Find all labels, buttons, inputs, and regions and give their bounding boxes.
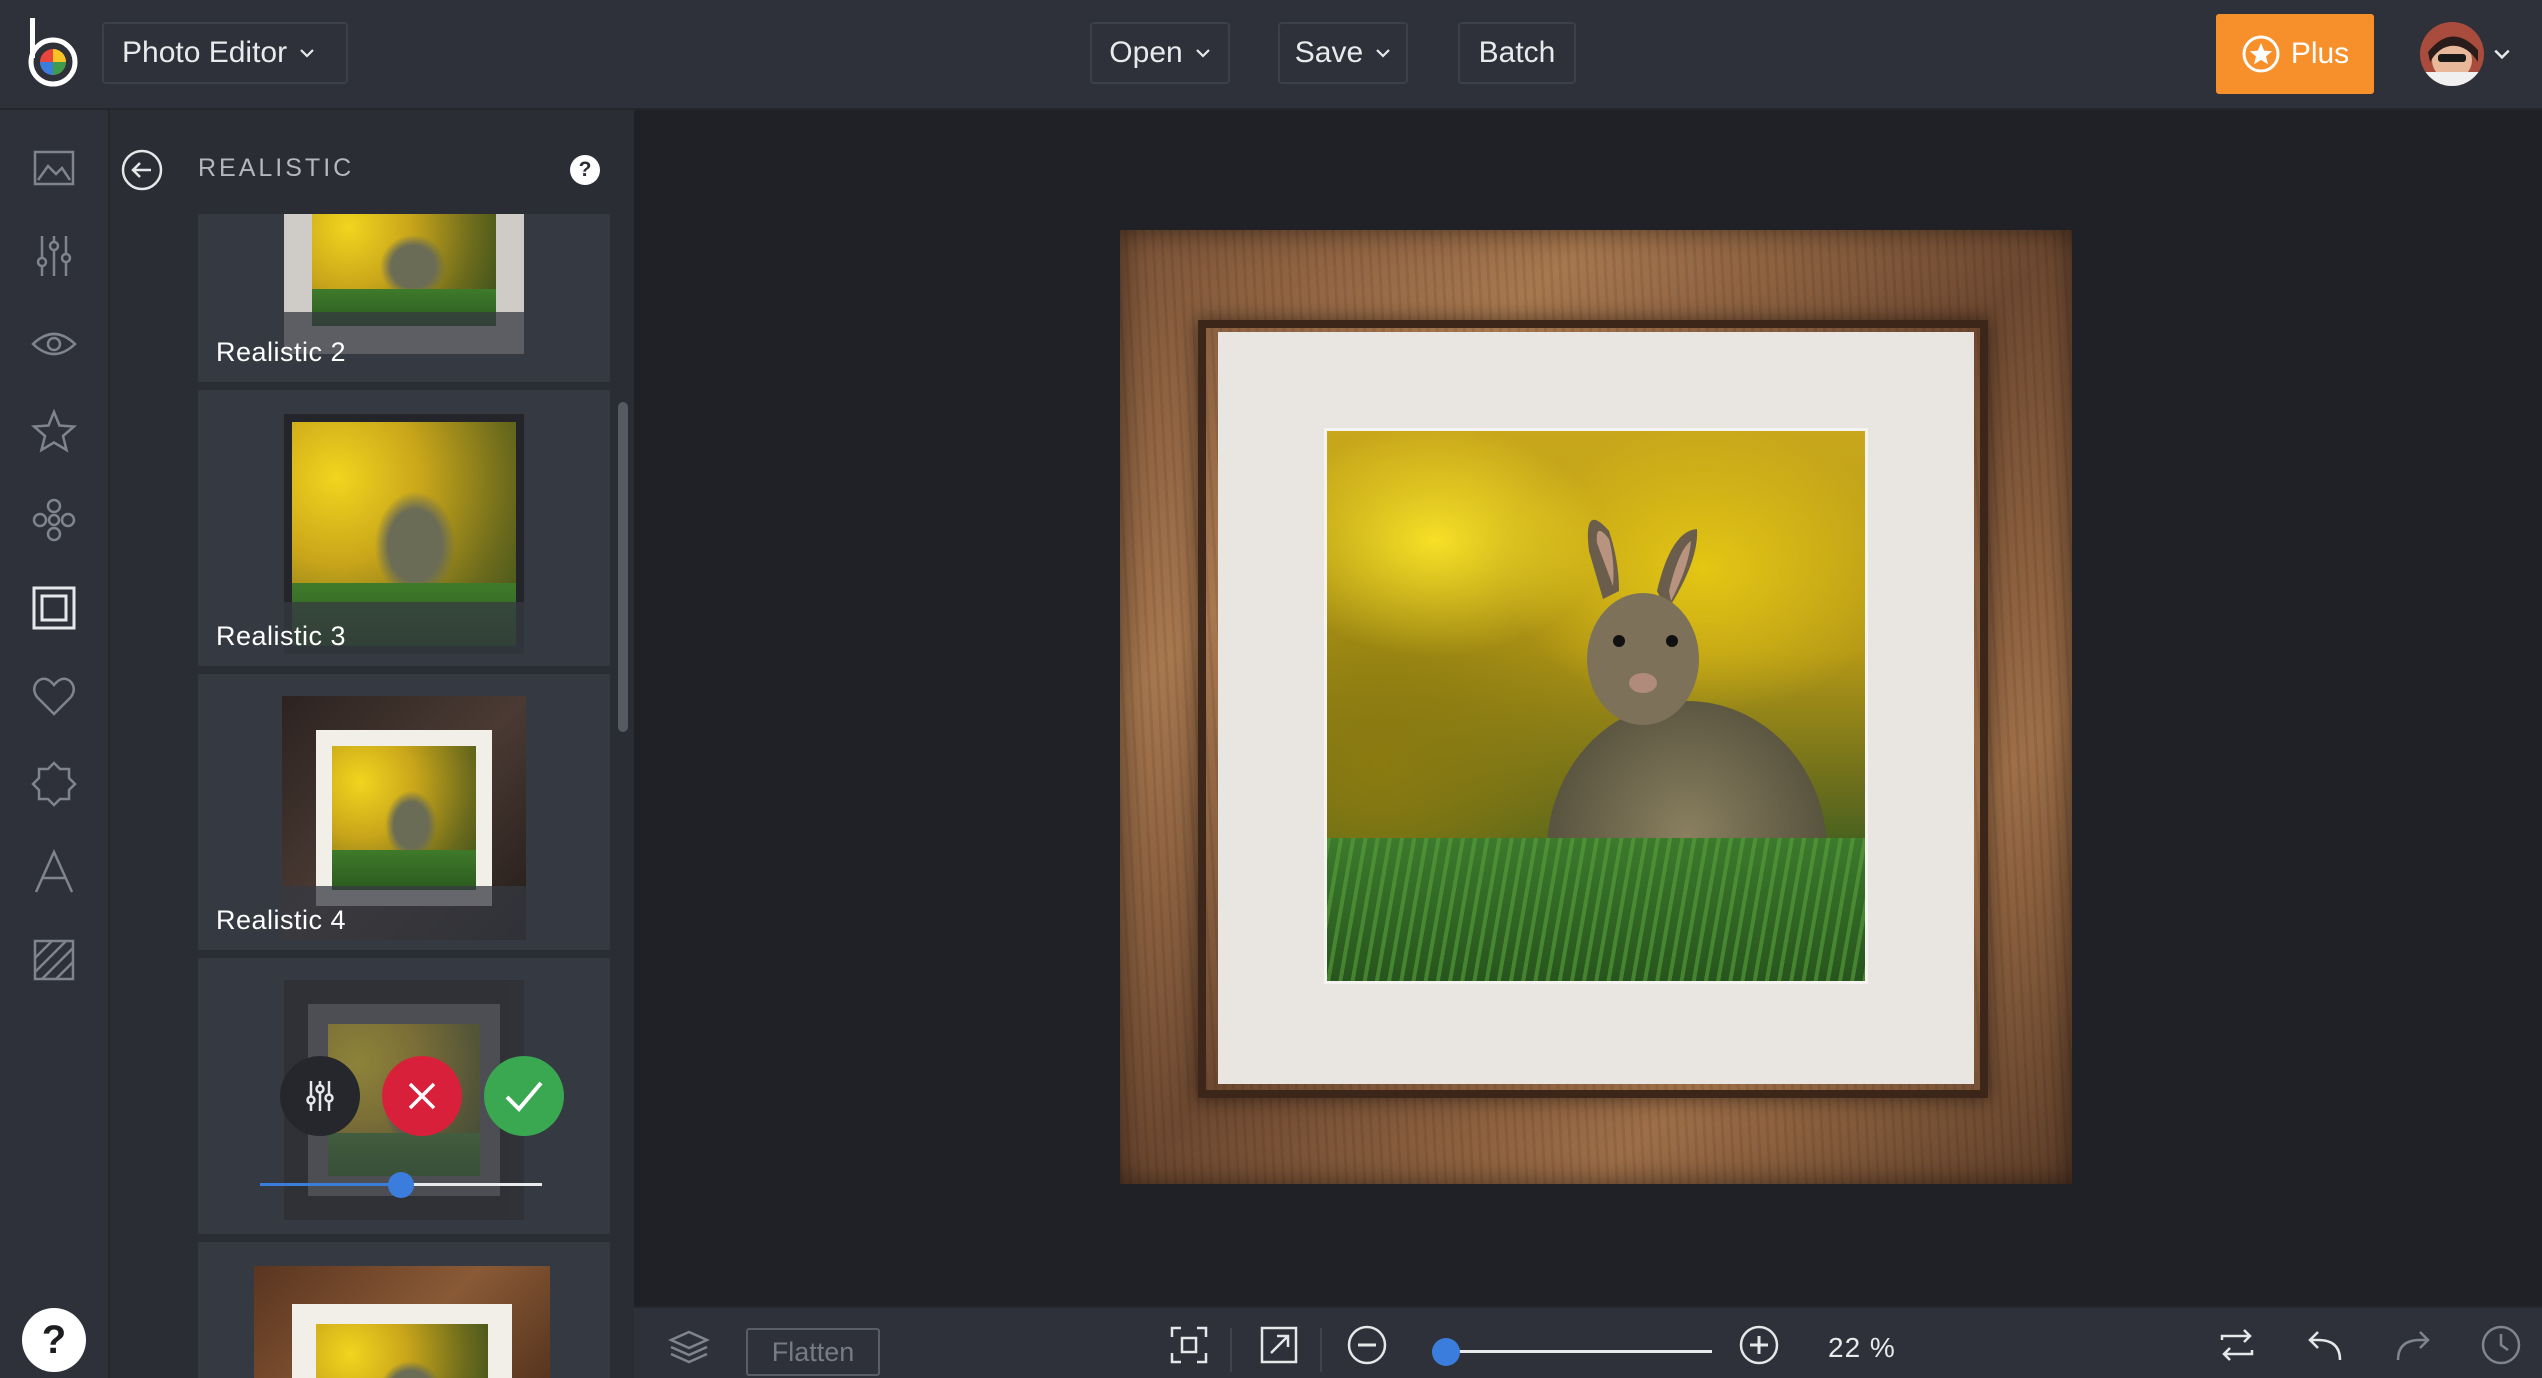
texture-icon[interactable]: [30, 936, 78, 984]
frame-option-realistic-4[interactable]: Realistic 4: [198, 674, 610, 950]
save-label: Save: [1294, 36, 1364, 69]
heart-icon[interactable]: [30, 672, 78, 720]
panel-help-icon[interactable]: ?: [570, 155, 600, 185]
slider-handle[interactable]: [388, 1172, 414, 1198]
photo-editor-label: Photo Editor: [122, 36, 288, 69]
user-avatar[interactable]: [2420, 22, 2484, 86]
frame-option-realistic-2[interactable]: Realistic 2: [198, 214, 610, 382]
frames-panel: REALISTIC ? Realistic 2 Realistic 3 Real…: [110, 110, 634, 1378]
swap-compare-icon[interactable]: [2216, 1324, 2258, 1366]
batch-button[interactable]: Batch: [1458, 22, 1576, 84]
open-label: Open: [1109, 36, 1183, 69]
sliders-icon: [306, 1081, 334, 1111]
photo-editor-menu-button[interactable]: Photo Editor: [102, 22, 348, 84]
chevron-down-icon: [1376, 49, 1390, 58]
zoom-percentage: 22 %: [1828, 1332, 1896, 1363]
frame-option-selected[interactable]: [198, 958, 610, 1234]
check-icon: [505, 1081, 543, 1112]
zoom-out-icon[interactable]: [1346, 1324, 1388, 1366]
image-icon[interactable]: [30, 144, 78, 192]
chevron-down-icon[interactable]: [2493, 45, 2511, 63]
redo-icon[interactable]: [2392, 1324, 2434, 1366]
bottom-bar: Flatten 22 %: [634, 1306, 2542, 1378]
close-icon: [408, 1082, 436, 1110]
layers-icon[interactable]: [667, 1326, 711, 1368]
plus-upgrade-button[interactable]: Plus: [2216, 14, 2374, 94]
help-button[interactable]: ?: [22, 1308, 86, 1372]
open-menu-button[interactable]: Open: [1090, 22, 1230, 84]
cancel-button[interactable]: [382, 1056, 462, 1136]
save-menu-button[interactable]: Save: [1278, 22, 1408, 84]
flower-icon[interactable]: [30, 496, 78, 544]
tool-rail: [0, 110, 110, 1378]
chevron-down-icon: [1195, 49, 1210, 58]
zoom-slider[interactable]: [1432, 1350, 1712, 1353]
badge-icon[interactable]: [30, 760, 78, 808]
eye-icon[interactable]: [30, 320, 78, 368]
frame-option-label: Realistic 4: [216, 905, 347, 935]
apply-button[interactable]: [484, 1056, 564, 1136]
top-bar: Photo Editor Open Save Batch Plus: [0, 0, 2542, 110]
history-clock-icon[interactable]: [2480, 1324, 2522, 1366]
batch-label: Batch: [1478, 36, 1556, 69]
undo-icon[interactable]: [2304, 1324, 2346, 1366]
star-icon[interactable]: [30, 408, 78, 456]
star-circle-icon: [2242, 35, 2280, 73]
actual-size-icon[interactable]: [1258, 1324, 1300, 1366]
fit-to-screen-icon[interactable]: [1168, 1324, 1210, 1366]
frame-icon[interactable]: [30, 584, 78, 632]
frame-option-label: Realistic 3: [216, 621, 347, 651]
adjust-frame-button[interactable]: [280, 1056, 360, 1136]
frame-option-realistic-6[interactable]: [198, 1242, 610, 1378]
zoom-slider-handle[interactable]: [1432, 1338, 1460, 1366]
photo-image: [1324, 428, 1868, 984]
flatten-button[interactable]: Flatten: [746, 1328, 880, 1376]
chevron-down-icon: [300, 49, 314, 58]
frame-option-realistic-3[interactable]: Realistic 3: [198, 390, 610, 666]
frame-intensity-slider[interactable]: [260, 1170, 542, 1200]
panel-scrollbar[interactable]: [618, 402, 628, 732]
zoom-in-icon[interactable]: [1738, 1324, 1780, 1366]
plus-label: Plus: [2290, 37, 2350, 70]
befunky-logo[interactable]: [24, 18, 82, 88]
frame-option-label: Realistic 2: [216, 337, 347, 367]
sliders-icon[interactable]: [30, 232, 78, 280]
text-icon[interactable]: [30, 848, 78, 896]
back-arrow-icon[interactable]: [120, 148, 164, 192]
panel-title: REALISTIC: [198, 154, 355, 182]
